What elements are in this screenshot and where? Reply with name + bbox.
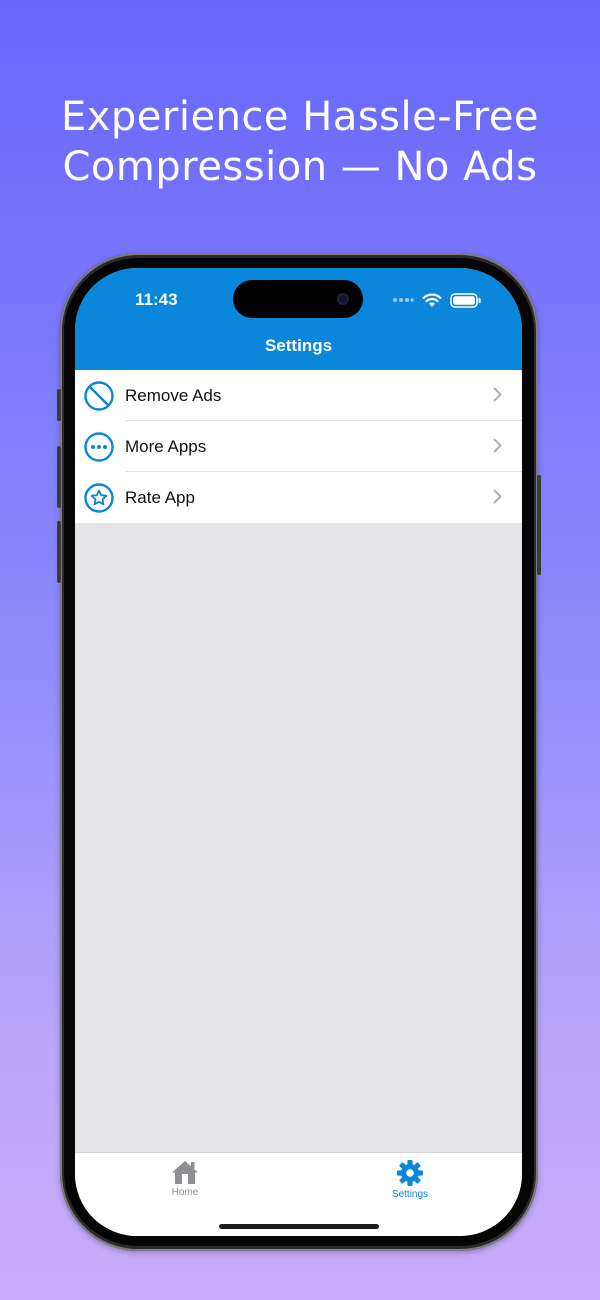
marketing-headline: Experience Hassle-Free Compression — No …	[0, 92, 600, 192]
house-icon	[125, 1159, 245, 1185]
tab-settings[interactable]: Settings	[350, 1159, 470, 1200]
more-apps-row[interactable]: More Apps	[75, 421, 522, 472]
tab-home-label: Home	[171, 1187, 199, 1198]
no-ads-icon	[83, 380, 115, 412]
navigation-header: 11:43 Settings	[75, 268, 522, 370]
more-apps-label: More Apps	[125, 436, 207, 456]
settings-list: Remove Ads More Apps Rate App	[75, 370, 522, 523]
chevron-right-icon	[493, 489, 502, 509]
dynamic-island	[233, 280, 363, 318]
wifi-icon	[422, 292, 442, 308]
headline-line-2: Compression — No Ads	[62, 144, 538, 190]
remove-ads-label: Remove Ads	[125, 385, 222, 405]
rate-app-row[interactable]: Rate App	[75, 472, 522, 523]
status-time: 11:43	[135, 290, 178, 309]
remove-ads-row[interactable]: Remove Ads	[75, 370, 522, 421]
headline-line-1: Experience Hassle-Free	[60, 94, 540, 140]
status-icons	[392, 292, 482, 308]
camera-icon	[337, 293, 349, 305]
home-indicator	[219, 1224, 379, 1229]
rate-app-label: Rate App	[125, 487, 195, 507]
chevron-right-icon	[493, 387, 502, 407]
signal-dots-icon	[392, 297, 414, 303]
star-icon	[83, 482, 115, 514]
gear-icon	[350, 1159, 470, 1187]
page-title: Settings	[264, 336, 333, 355]
tab-home[interactable]: Home	[125, 1159, 245, 1198]
tab-settings-label: Settings	[391, 1189, 429, 1200]
phone-screen: 11:43 Settings Remove Ads More Apps Rate…	[75, 268, 522, 1236]
more-ellipsis-icon	[83, 431, 115, 463]
chevron-right-icon	[493, 438, 502, 458]
battery-icon	[450, 292, 482, 308]
